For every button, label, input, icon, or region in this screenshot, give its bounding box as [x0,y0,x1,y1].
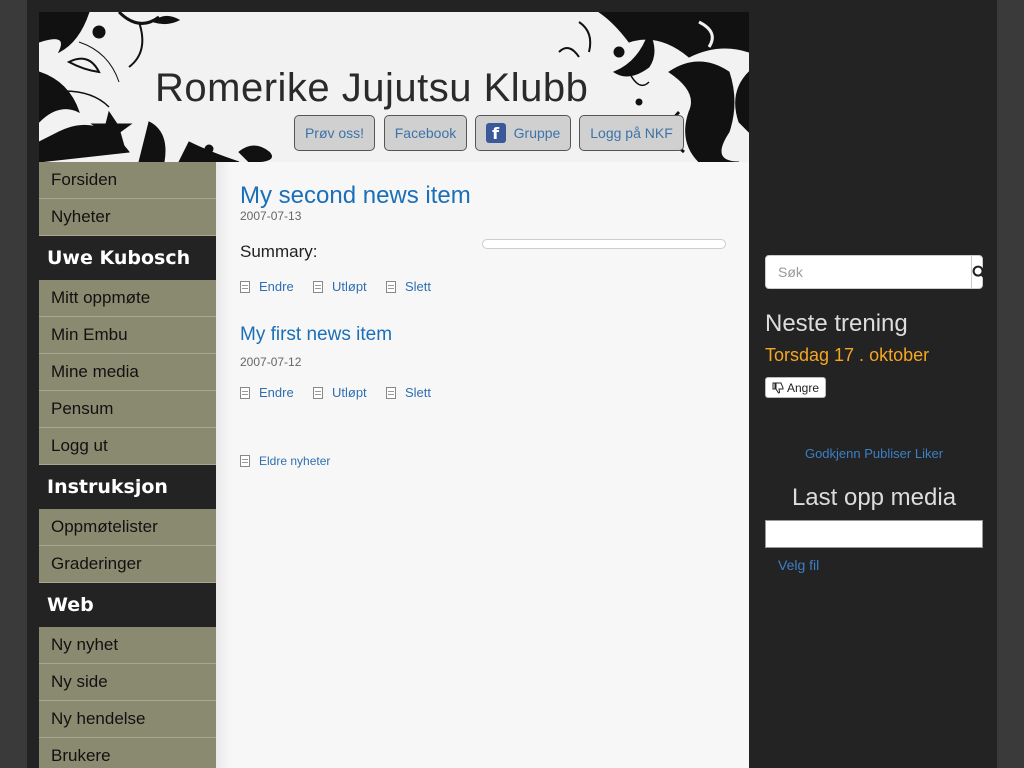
undo-button[interactable]: Angre [765,377,827,398]
publish-link[interactable]: Publiser [864,446,911,461]
news-date: 2007-07-13 [240,209,302,223]
sidebar-item-ny-hendelse[interactable]: Ny hendelse [39,701,216,738]
expired-label: Utløpt [332,385,367,400]
sidebar-item-nyheter[interactable]: Nyheter [39,199,216,236]
sidebar-item-pensum[interactable]: Pensum [39,391,216,428]
edit-label: Endre [259,385,294,400]
like-link[interactable]: Liker [915,446,943,461]
delete-label: Slett [405,385,432,400]
document-icon [240,455,250,467]
sidebar-item-logg-ut[interactable]: Logg ut [39,428,216,465]
sidebar-item-mine-media[interactable]: Mine media [39,354,216,391]
delete-link[interactable]: Slett [386,385,431,400]
edit-link[interactable]: Endre [240,279,294,294]
summary-box [482,239,726,249]
document-icon [240,386,250,399]
site-header: Romerike Jujutsu Klubb Prøv oss! Faceboo… [39,12,749,162]
facebook-button[interactable]: Facebook [384,115,467,151]
news-date: 2007-07-12 [240,355,302,369]
choose-file-button[interactable]: Velg fil [778,557,819,573]
news-title-link[interactable]: My first news item [240,324,392,346]
action-links: Godkjenn Publiser Liker [765,446,983,461]
sidebar-item-oppmotelister[interactable]: Oppmøtelister [39,509,216,546]
thumbs-down-icon [772,382,784,394]
delete-link[interactable]: Slett [386,279,431,294]
file-input[interactable] [765,520,983,548]
expired-link[interactable]: Utløpt [313,385,367,400]
older-news-label: Eldre nyheter [259,454,331,468]
delete-label: Slett [405,279,432,294]
facebook-label: Facebook [394,125,457,141]
search-button[interactable] [971,256,987,288]
edit-label: Endre [259,279,294,294]
facebook-group-button[interactable]: f Gruppe [475,115,571,151]
news-title-link[interactable]: My second news item [240,182,471,210]
document-icon [240,280,250,293]
document-icon [386,386,396,399]
sidebar-item-brukere[interactable]: Brukere [39,738,216,768]
sidebar-item-mitt-oppmote[interactable]: Mitt oppmøte [39,280,216,317]
document-icon [386,280,396,293]
sidebar-nav: Forsiden Nyheter Uwe Kubosch Mitt oppmøt… [39,162,216,768]
sidebar-heading-instruksjon: Instruksjon [39,465,216,509]
sidebar-heading-user: Uwe Kubosch [39,236,216,280]
sidebar-item-graderinger[interactable]: Graderinger [39,546,216,583]
sidebar-item-min-embu[interactable]: Min Embu [39,317,216,354]
news-summary-label: Summary: [240,242,318,261]
try-us-button[interactable]: Prøv oss! [294,115,375,151]
document-icon [313,280,323,293]
facebook-icon: f [485,123,506,143]
search-icon [972,265,987,280]
sidebar-item-forsiden[interactable]: Forsiden [39,162,216,199]
approve-link[interactable]: Godkjenn [805,446,861,461]
undo-label: Angre [787,380,820,395]
expired-label: Utløpt [332,279,367,294]
search-box [765,255,987,289]
main-content: My second news item 2007-07-13 Summary: … [216,162,749,768]
search-input[interactable] [766,256,971,288]
edit-link[interactable]: Endre [240,385,294,400]
site-title: Romerike Jujutsu Klubb [155,66,589,110]
sidebar-heading-web: Web [39,583,216,627]
upload-media-title: Last opp media [791,484,957,511]
older-news-link[interactable]: Eldre nyheter [240,454,330,468]
expired-link[interactable]: Utløpt [313,279,367,294]
next-training-title: Neste trening [765,310,908,337]
sidebar-item-ny-nyhet[interactable]: Ny nyhet [39,627,216,664]
facebook-group-label: Gruppe [513,125,561,141]
try-us-label: Prøv oss! [304,125,365,141]
nkf-login-label: Logg på NKF [590,125,673,141]
document-icon [313,386,323,399]
nkf-login-button[interactable]: Logg på NKF [579,115,684,151]
next-training-date: Torsdag 17 . oktober [765,345,930,365]
sidebar-item-ny-side[interactable]: Ny side [39,664,216,701]
